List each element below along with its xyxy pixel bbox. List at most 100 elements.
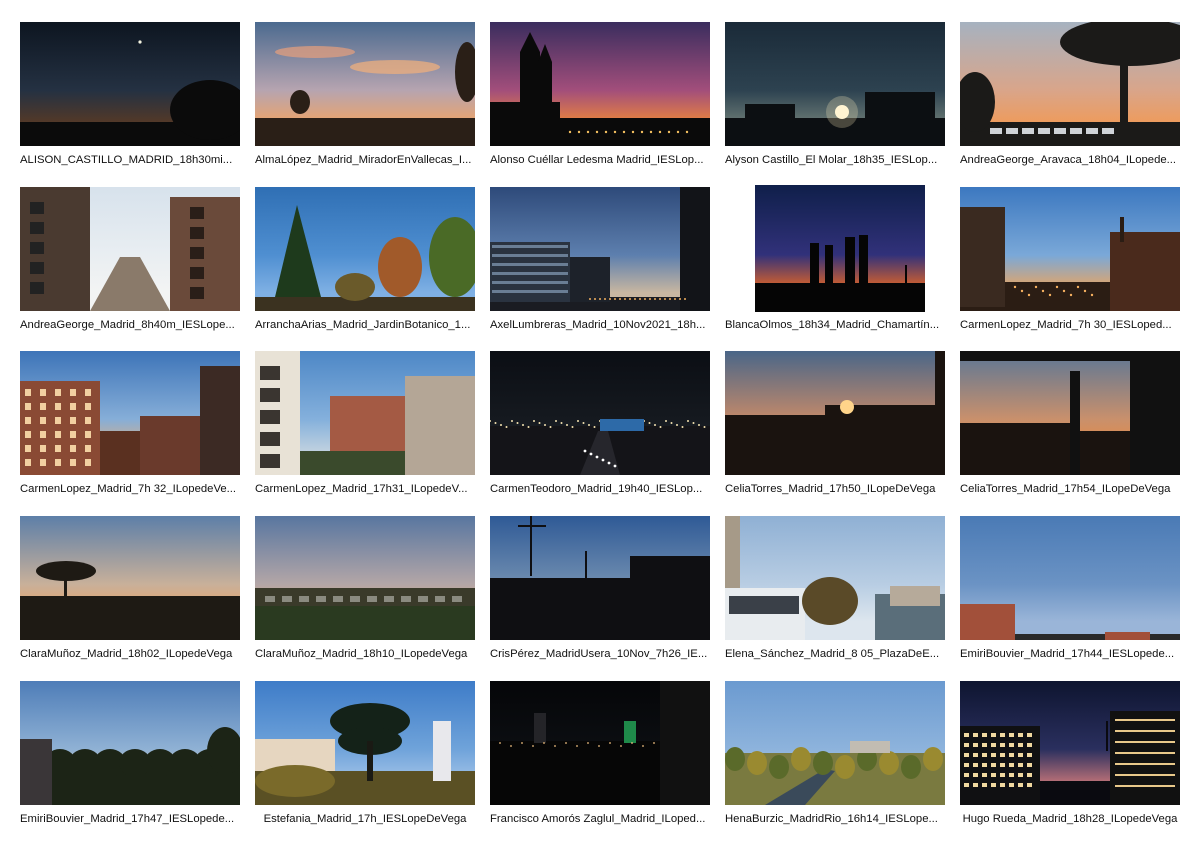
photo-caption: ALISON_CASTILLO_MADRID_18h30mi... xyxy=(20,154,233,166)
photo-thumbnail[interactable] xyxy=(960,351,1180,475)
photo-image xyxy=(755,185,925,312)
photo-image xyxy=(960,516,1180,640)
photo-grid: ALISON_CASTILLO_MADRID_18h30mi... AlmaLóp… xyxy=(0,0,1200,848)
photo-caption: Hugo Rueda_Madrid_18h28_ILopedeVega xyxy=(962,813,1178,825)
photo-caption: AxelLumbreras_Madrid_10Nov2021_18h... xyxy=(490,319,706,331)
photo-tile[interactable]: ALISON_CASTILLO_MADRID_18h30mi... xyxy=(20,22,240,182)
photo-tile[interactable]: Elena_Sánchez_Madrid_8 05_PlazaDeE... xyxy=(725,516,945,676)
photo-thumbnail[interactable] xyxy=(20,187,240,311)
photo-tile[interactable]: CarmenTeodoro_Madrid_19h40_IESLop... xyxy=(490,351,710,511)
photo-thumbnail[interactable] xyxy=(20,22,240,146)
photo-tile[interactable]: CarmenLopez_Madrid_7h 32_ILopedeVe... xyxy=(20,351,240,511)
photo-tile[interactable]: Alonso Cuéllar Ledesma Madrid_IESLop... xyxy=(490,22,710,182)
photo-caption: Alyson Castillo_El Molar_18h35_IESLop... xyxy=(725,154,938,166)
photo-tile[interactable]: Alyson Castillo_El Molar_18h35_IESLop... xyxy=(725,22,945,182)
photo-caption: Elena_Sánchez_Madrid_8 05_PlazaDeE... xyxy=(725,648,940,660)
photo-tile[interactable]: CeliaTorres_Madrid_17h54_ILopeDeVega xyxy=(960,351,1180,511)
photo-caption: CeliaTorres_Madrid_17h54_ILopeDeVega xyxy=(960,483,1171,495)
photo-thumbnail[interactable] xyxy=(255,681,475,805)
photo-image xyxy=(960,681,1180,805)
photo-image xyxy=(960,22,1180,146)
photo-thumbnail[interactable] xyxy=(755,185,925,312)
photo-thumbnail[interactable] xyxy=(960,681,1180,805)
photo-thumbnail[interactable] xyxy=(490,516,710,640)
photo-tile[interactable]: ClaraMuñoz_Madrid_18h10_ILopedeVega xyxy=(255,516,475,676)
photo-thumbnail[interactable] xyxy=(255,22,475,146)
photo-tile[interactable]: AndreaGeorge_Madrid_8h40m_IESLope... xyxy=(20,187,240,347)
photo-thumbnail[interactable] xyxy=(725,351,945,475)
photo-image xyxy=(20,516,240,640)
photo-image xyxy=(490,187,710,311)
photo-caption: AndreaGeorge_Madrid_8h40m_IESLope... xyxy=(20,319,235,331)
photo-caption: Alonso Cuéllar Ledesma Madrid_IESLop... xyxy=(490,154,704,166)
photo-tile[interactable]: CrisPérez_MadridUsera_10Nov_7h26_IE... xyxy=(490,516,710,676)
photo-caption: Estefania_Madrid_17h_IESLopeDeVega xyxy=(263,813,467,825)
photo-caption: CarmenLopez_Madrid_7h 32_ILopedeVe... xyxy=(20,483,237,495)
photo-tile[interactable]: CeliaTorres_Madrid_17h50_ILopeDeVega xyxy=(725,351,945,511)
photo-thumbnail[interactable] xyxy=(725,681,945,805)
photo-thumbnail[interactable] xyxy=(20,681,240,805)
photo-caption: ClaraMuñoz_Madrid_18h02_ILopedeVega xyxy=(20,648,233,660)
photo-thumbnail[interactable] xyxy=(490,681,710,805)
photo-thumbnail[interactable] xyxy=(490,187,710,311)
photo-caption: ArranchaArias_Madrid_JardinBotanico_1... xyxy=(255,319,471,331)
photo-caption: HenaBurzic_MadridRio_16h14_IESLope... xyxy=(725,813,938,825)
photo-image xyxy=(255,22,475,146)
photo-image xyxy=(20,351,240,475)
photo-tile[interactable]: AndreaGeorge_Aravaca_18h04_ILopede... xyxy=(960,22,1180,182)
photo-caption: AndreaGeorge_Aravaca_18h04_ILopede... xyxy=(960,154,1177,166)
photo-image xyxy=(490,681,710,805)
photo-tile[interactable]: Hugo Rueda_Madrid_18h28_ILopedeVega xyxy=(960,681,1180,841)
photo-tile[interactable]: AxelLumbreras_Madrid_10Nov2021_18h... xyxy=(490,187,710,347)
photo-image xyxy=(725,516,945,640)
photo-tile[interactable]: Francisco Amorós Zaglul_Madrid_ILoped... xyxy=(490,681,710,841)
photo-caption: CarmenLopez_Madrid_17h31_ILopedeV... xyxy=(255,483,468,495)
photo-tile[interactable]: CarmenLopez_Madrid_7h 30_IESLoped... xyxy=(960,187,1180,347)
photo-caption: AlmaLópez_Madrid_MiradorEnVallecas_I... xyxy=(255,154,472,166)
photo-image xyxy=(725,351,945,475)
photo-image xyxy=(960,351,1180,475)
photo-thumbnail[interactable] xyxy=(725,22,945,146)
photo-thumbnail[interactable] xyxy=(20,516,240,640)
photo-tile[interactable]: ArranchaArias_Madrid_JardinBotanico_1... xyxy=(255,187,475,347)
photo-image xyxy=(490,351,710,475)
photo-thumbnail[interactable] xyxy=(490,22,710,146)
photo-thumbnail[interactable] xyxy=(960,22,1180,146)
photo-caption: EmiriBouvier_Madrid_17h44_IESLopede... xyxy=(960,648,1175,660)
photo-image xyxy=(490,22,710,146)
photo-caption: CrisPérez_MadridUsera_10Nov_7h26_IE... xyxy=(490,648,708,660)
photo-thumbnail[interactable] xyxy=(255,351,475,475)
photo-image xyxy=(20,22,240,146)
photo-image xyxy=(255,187,475,311)
photo-caption: CarmenLopez_Madrid_7h 30_IESLoped... xyxy=(960,319,1172,331)
photo-image xyxy=(255,351,475,475)
photo-tile[interactable]: BlancaOlmos_18h34_Madrid_Chamartín... xyxy=(725,185,945,347)
photo-tile[interactable]: ClaraMuñoz_Madrid_18h02_ILopedeVega xyxy=(20,516,240,676)
photo-image xyxy=(490,516,710,640)
photo-caption: ClaraMuñoz_Madrid_18h10_ILopedeVega xyxy=(255,648,468,660)
photo-image xyxy=(725,681,945,805)
photo-tile[interactable]: Estefania_Madrid_17h_IESLopeDeVega xyxy=(255,681,475,841)
photo-caption: EmiriBouvier_Madrid_17h47_IESLopede... xyxy=(20,813,235,825)
photo-thumbnail[interactable] xyxy=(255,516,475,640)
photo-caption: BlancaOlmos_18h34_Madrid_Chamartín... xyxy=(725,319,940,331)
photo-caption: CarmenTeodoro_Madrid_19h40_IESLop... xyxy=(490,483,703,495)
photo-thumbnail[interactable] xyxy=(725,516,945,640)
photo-caption: Francisco Amorós Zaglul_Madrid_ILoped... xyxy=(490,813,706,825)
photo-image xyxy=(255,516,475,640)
photo-thumbnail[interactable] xyxy=(960,187,1180,311)
photo-image xyxy=(960,187,1180,311)
photo-thumbnail[interactable] xyxy=(20,351,240,475)
photo-tile[interactable]: CarmenLopez_Madrid_17h31_ILopedeV... xyxy=(255,351,475,511)
photo-image xyxy=(20,187,240,311)
photo-thumbnail[interactable] xyxy=(490,351,710,475)
photo-thumbnail[interactable] xyxy=(960,516,1180,640)
photo-tile[interactable]: EmiriBouvier_Madrid_17h44_IESLopede... xyxy=(960,516,1180,676)
photo-image xyxy=(255,681,475,805)
photo-thumbnail[interactable] xyxy=(255,187,475,311)
photo-caption: CeliaTorres_Madrid_17h50_ILopeDeVega xyxy=(725,483,936,495)
photo-tile[interactable]: EmiriBouvier_Madrid_17h47_IESLopede... xyxy=(20,681,240,841)
photo-tile[interactable]: HenaBurzic_MadridRio_16h14_IESLope... xyxy=(725,681,945,841)
photo-tile[interactable]: AlmaLópez_Madrid_MiradorEnVallecas_I... xyxy=(255,22,475,182)
photo-image xyxy=(725,22,945,146)
